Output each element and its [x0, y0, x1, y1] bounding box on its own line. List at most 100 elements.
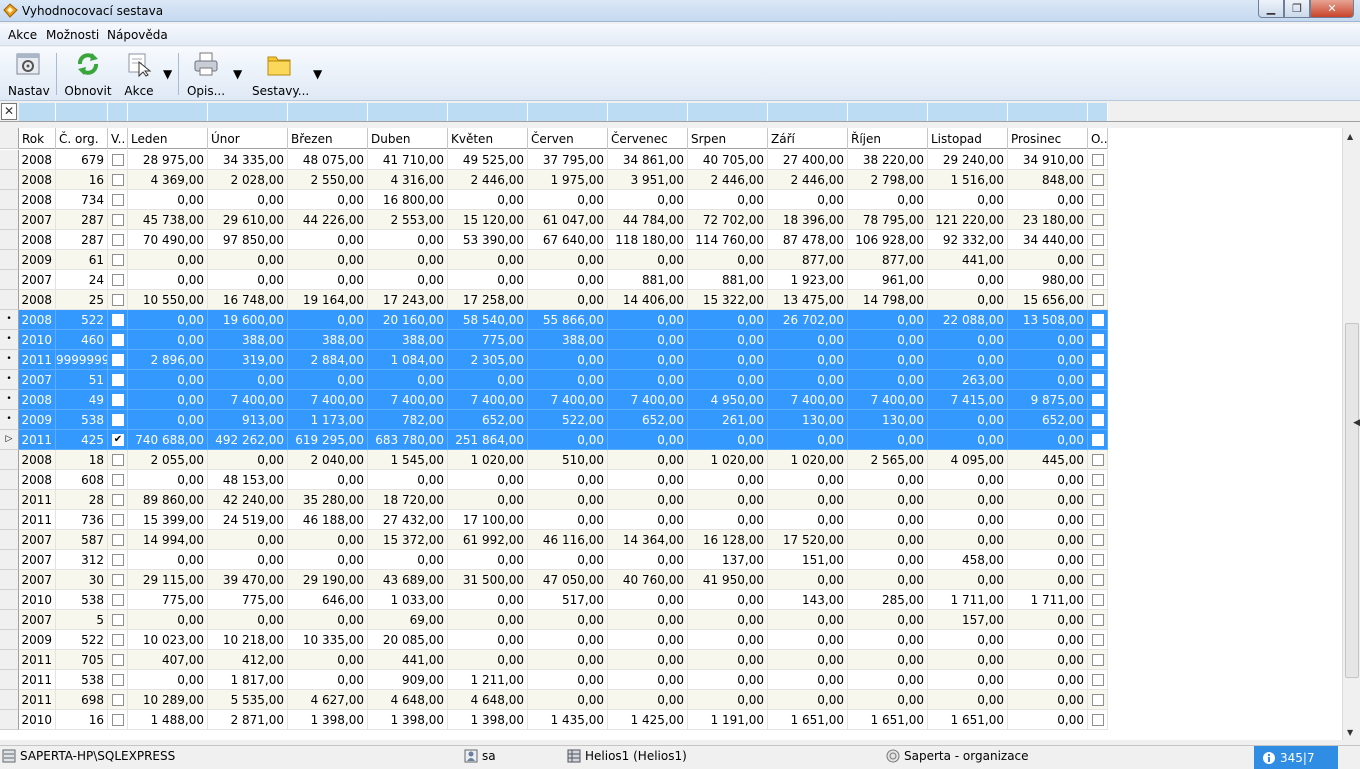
- row-indicator[interactable]: [0, 230, 19, 250]
- table-row[interactable]: 2010 538 775,00 775,00 646,00 1 033,00 0,00 517…: [0, 590, 1108, 610]
- opis-button[interactable]: Opis...: [186, 51, 226, 98]
- row-indicator[interactable]: [0, 450, 19, 470]
- table-row[interactable]: • 2008 522 0,00 19 600,00 0,00 20 160,00 58 540…: [0, 310, 1108, 330]
- column-header-rijen[interactable]: Říjen: [848, 128, 928, 149]
- filter-cell-rok[interactable]: [19, 103, 56, 121]
- filter-cell-unor[interactable]: [208, 103, 288, 121]
- filter-cell-cervenec[interactable]: [608, 103, 688, 121]
- row-checkbox[interactable]: [1092, 254, 1104, 266]
- table-row[interactable]: 2011 698 10 289,00 5 535,00 4 627,00 4 648,00…: [0, 690, 1108, 710]
- row-checkbox[interactable]: [1092, 434, 1104, 446]
- row-checkbox[interactable]: [112, 254, 124, 266]
- filter-cell-leden[interactable]: [128, 103, 208, 121]
- table-row[interactable]: 2008 25 10 550,00 16 748,00 19 164,00 17 243,…: [0, 290, 1108, 310]
- table-row[interactable]: • 2008 49 0,00 7 400,00 7 400,00 7 400,00 7 400…: [0, 390, 1108, 410]
- column-header-prosinec[interactable]: Prosinec: [1008, 128, 1088, 149]
- row-indicator[interactable]: [0, 250, 19, 270]
- row-indicator[interactable]: [0, 170, 19, 190]
- row-checkbox[interactable]: [1092, 594, 1104, 606]
- column-header-leden[interactable]: Leden: [128, 128, 208, 149]
- filter-cell-prosinec[interactable]: [1008, 103, 1088, 121]
- menu-akce[interactable]: Akce: [8, 28, 37, 42]
- row-indicator[interactable]: •: [0, 410, 19, 430]
- filter-cell-v[interactable]: [108, 103, 128, 121]
- row-checkbox[interactable]: [1092, 554, 1104, 566]
- row-indicator[interactable]: •: [0, 310, 19, 330]
- table-row[interactable]: • 2009 538 0,00 913,00 1 173,00 782,00 652,00 52…: [0, 410, 1108, 430]
- row-indicator[interactable]: [0, 590, 19, 610]
- row-checkbox[interactable]: [1092, 414, 1104, 426]
- row-indicator[interactable]: [0, 270, 19, 290]
- row-checkbox[interactable]: [1092, 514, 1104, 526]
- opis-dropdown-arrow-icon[interactable]: ▼: [233, 67, 242, 81]
- row-checkbox[interactable]: ✔: [112, 434, 124, 446]
- minimize-button[interactable]: ▁: [1258, 0, 1284, 18]
- table-row[interactable]: 2007 24 0,00 0,00 0,00 0,00 0,00 0,00 881,00 881,…: [0, 270, 1108, 290]
- column-header-cervenec[interactable]: Červenec: [608, 128, 688, 149]
- row-indicator[interactable]: •: [0, 370, 19, 390]
- table-row[interactable]: 2009 61 0,00 0,00 0,00 0,00 0,00 0,00 0,00 0,00 87…: [0, 250, 1108, 270]
- table-row[interactable]: 2008 18 2 055,00 0,00 2 040,00 1 545,00 1 020,…: [0, 450, 1108, 470]
- table-row[interactable]: 2011 705 407,00 412,00 0,00 441,00 0,00 0,00 0,0…: [0, 650, 1108, 670]
- side-panel-grip-icon[interactable]: ◀: [1353, 418, 1360, 428]
- row-checkbox[interactable]: [1092, 394, 1104, 406]
- scroll-up-arrow-icon[interactable]: ▲: [1347, 132, 1353, 141]
- row-indicator[interactable]: •: [0, 330, 19, 350]
- table-row[interactable]: 2008 734 0,00 0,00 0,00 16 800,00 0,00 0,00 0,00…: [0, 190, 1108, 210]
- table-row[interactable]: • 2007 51 0,00 0,00 0,00 0,00 0,00 0,00 0,00 0,00 0…: [0, 370, 1108, 390]
- row-indicator[interactable]: [0, 510, 19, 530]
- row-checkbox[interactable]: [1092, 694, 1104, 706]
- row-indicator[interactable]: [0, 490, 19, 510]
- row-checkbox[interactable]: [112, 514, 124, 526]
- row-checkbox[interactable]: [112, 374, 124, 386]
- row-checkbox[interactable]: [1092, 234, 1104, 246]
- nastav-button[interactable]: Nastav: [8, 51, 50, 98]
- sestavy-button[interactable]: Sestavy...: [252, 51, 309, 98]
- row-indicator[interactable]: [0, 290, 19, 310]
- table-row[interactable]: 2010 16 1 488,00 2 871,00 1 398,00 1 398,00 1 …: [0, 710, 1108, 730]
- row-checkbox[interactable]: [112, 414, 124, 426]
- table-row[interactable]: • 2010 460 0,00 388,00 388,00 388,00 775,00 388,…: [0, 330, 1108, 350]
- row-checkbox[interactable]: [112, 234, 124, 246]
- column-header-rok[interactable]: Rok: [19, 128, 56, 149]
- row-checkbox[interactable]: [112, 654, 124, 666]
- row-checkbox[interactable]: [1092, 274, 1104, 286]
- row-indicator[interactable]: [0, 150, 19, 170]
- table-row[interactable]: 2008 679 28 975,00 34 335,00 48 075,00 41 710…: [0, 150, 1108, 170]
- table-row[interactable]: 2007 30 29 115,00 39 470,00 29 190,00 43 689,…: [0, 570, 1108, 590]
- row-checkbox[interactable]: [1092, 614, 1104, 626]
- sestavy-dropdown-arrow-icon[interactable]: ▼: [313, 67, 322, 81]
- row-checkbox[interactable]: [112, 274, 124, 286]
- akce-button[interactable]: Akce: [120, 51, 158, 98]
- column-header-v[interactable]: V..: [108, 128, 128, 149]
- table-row[interactable]: 2007 587 14 994,00 0,00 0,00 15 372,00 61 992,…: [0, 530, 1108, 550]
- table-row[interactable]: 2008 16 4 369,00 2 028,00 2 550,00 4 316,00 2 …: [0, 170, 1108, 190]
- filter-cell-duben[interactable]: [368, 103, 448, 121]
- column-header-o[interactable]: O..: [1088, 128, 1108, 149]
- row-checkbox[interactable]: [112, 174, 124, 186]
- row-checkbox[interactable]: [1092, 674, 1104, 686]
- row-checkbox[interactable]: [112, 534, 124, 546]
- menu-napoveda[interactable]: Nápověda: [107, 28, 168, 42]
- column-header-srpen[interactable]: Srpen: [688, 128, 768, 149]
- row-checkbox[interactable]: [1092, 454, 1104, 466]
- table-row[interactable]: 2011 538 0,00 1 817,00 0,00 909,00 1 211,00 0,0…: [0, 670, 1108, 690]
- table-row[interactable]: 2007 287 45 738,00 29 610,00 44 226,00 2 553,…: [0, 210, 1108, 230]
- filter-cell-srpen[interactable]: [688, 103, 768, 121]
- column-header-duben[interactable]: Duben: [368, 128, 448, 149]
- row-checkbox[interactable]: [1092, 374, 1104, 386]
- table-row[interactable]: ▷ 2011 425 ✔ 740 688,00 492 262,00 619 295,00 6…: [0, 430, 1108, 450]
- row-checkbox[interactable]: [1092, 574, 1104, 586]
- row-checkbox[interactable]: [112, 714, 124, 726]
- column-header-listopad[interactable]: Listopad: [928, 128, 1008, 149]
- row-indicator[interactable]: [0, 650, 19, 670]
- menu-moznosti[interactable]: Možnosti: [46, 28, 99, 42]
- column-header-brezen[interactable]: Březen: [288, 128, 368, 149]
- filter-cell-o[interactable]: [1088, 103, 1108, 121]
- row-indicator[interactable]: [0, 550, 19, 570]
- row-checkbox[interactable]: [112, 214, 124, 226]
- row-checkbox[interactable]: [1092, 154, 1104, 166]
- row-checkbox[interactable]: [112, 694, 124, 706]
- filter-cell-rijen[interactable]: [848, 103, 928, 121]
- close-button[interactable]: ✕: [1310, 0, 1354, 18]
